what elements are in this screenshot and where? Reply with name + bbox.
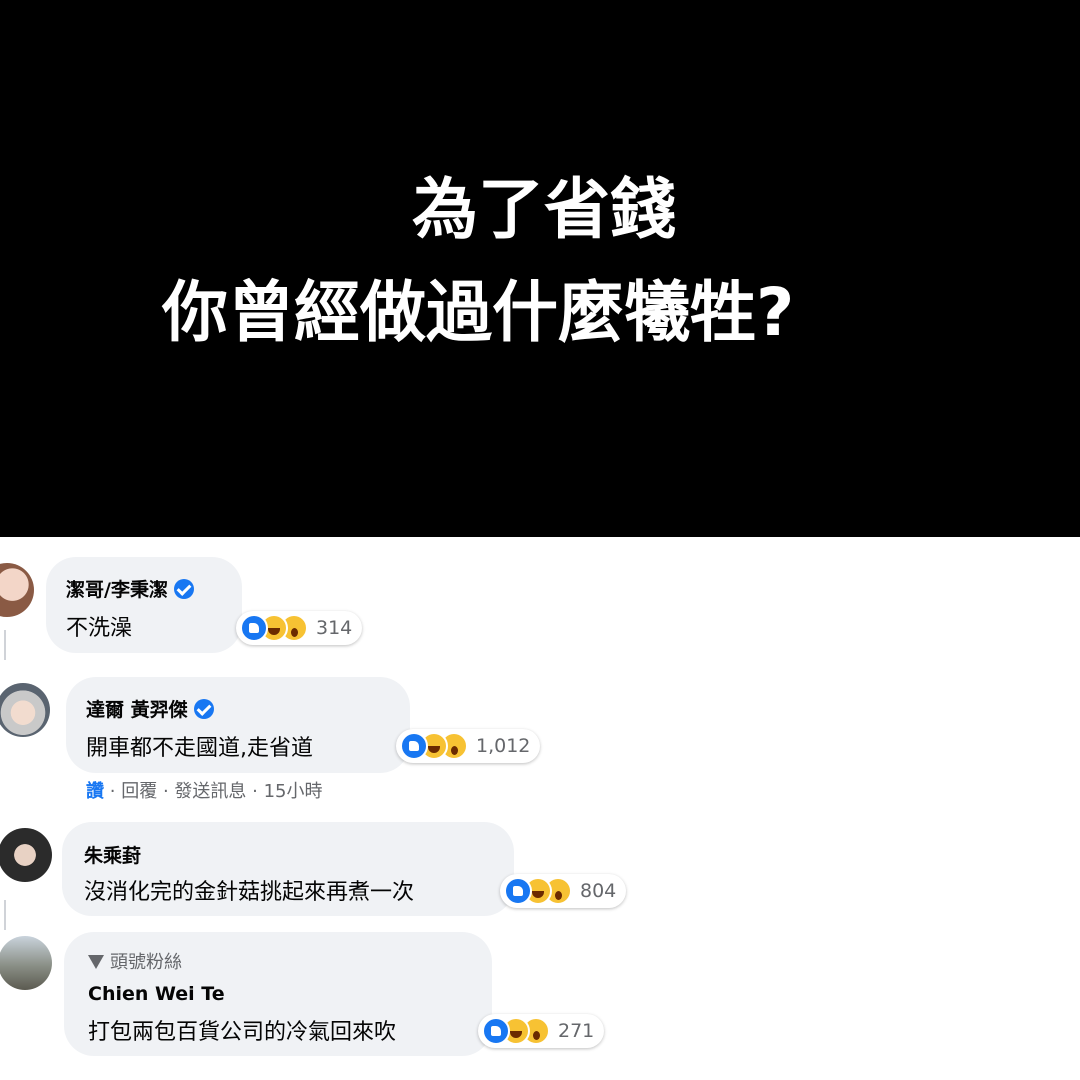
avatar[interactable] bbox=[0, 936, 52, 990]
reaction-count: 1,012 bbox=[476, 735, 531, 757]
avatar[interactable] bbox=[0, 683, 50, 737]
comment-text: 打包兩包百貨公司的冷氣回來吹 bbox=[88, 1020, 397, 1045]
comment-author[interactable]: 朱乘葑 bbox=[84, 841, 141, 868]
reaction-summary[interactable]: 314 bbox=[236, 611, 363, 645]
comment-text: 沒消化完的金針菇挑起來再煮一次 bbox=[84, 880, 415, 905]
thread-line bbox=[4, 900, 6, 930]
comment-text: 不洗澡 bbox=[66, 616, 133, 641]
verified-badge-icon bbox=[173, 579, 194, 599]
comment-timestamp[interactable]: 15小時 bbox=[264, 781, 323, 802]
comment-author[interactable]: Chien Wei Te bbox=[88, 983, 225, 1005]
comment-author[interactable]: 達爾 黃羿傑 bbox=[86, 695, 214, 722]
separator: · bbox=[252, 781, 258, 802]
comment-text: 開車都不走國道,走省道 bbox=[86, 736, 313, 761]
reaction-summary[interactable]: 804 bbox=[500, 874, 627, 908]
separator: · bbox=[109, 781, 116, 802]
reaction-summary[interactable]: 1,012 bbox=[396, 729, 541, 763]
like-reaction-icon bbox=[240, 614, 268, 642]
top-fan-badge: 頭號粉絲 bbox=[88, 948, 182, 974]
send-message-link[interactable]: 發送訊息 bbox=[174, 781, 246, 802]
diamond-icon bbox=[88, 955, 104, 969]
comment-actions: 讚 · 回覆 · 發送訊息 · 15小時 bbox=[86, 777, 323, 803]
question-banner: 為了省錢 你曾經做過什麼犧牲? bbox=[0, 0, 1080, 537]
like-link[interactable]: 讚 bbox=[86, 781, 104, 802]
like-reaction-icon bbox=[400, 732, 428, 760]
reaction-summary[interactable]: 271 bbox=[478, 1014, 605, 1048]
reply-link[interactable]: 回覆 bbox=[121, 781, 157, 802]
like-reaction-icon bbox=[482, 1017, 510, 1045]
thread-line bbox=[4, 630, 6, 660]
banner-title-line1: 為了省錢 bbox=[412, 171, 676, 248]
author-name[interactable]: 達爾 黃羿傑 bbox=[86, 699, 188, 721]
reaction-count: 271 bbox=[558, 1020, 595, 1042]
reaction-count: 314 bbox=[316, 617, 353, 639]
author-name[interactable]: 潔哥/李秉潔 bbox=[66, 579, 168, 601]
banner-title-line2: 你曾經做過什麼犧牲? bbox=[162, 274, 795, 351]
like-reaction-icon bbox=[504, 877, 532, 905]
author-name[interactable]: 朱乘葑 bbox=[84, 845, 141, 867]
badge-label: 頭號粉絲 bbox=[110, 952, 182, 973]
avatar[interactable] bbox=[0, 828, 52, 882]
reaction-count: 804 bbox=[580, 880, 617, 902]
separator: · bbox=[162, 781, 169, 802]
verified-badge-icon bbox=[193, 699, 214, 719]
avatar[interactable] bbox=[0, 563, 34, 617]
comment-author[interactable]: 潔哥/李秉潔 bbox=[66, 575, 194, 602]
author-name[interactable]: Chien Wei Te bbox=[88, 983, 225, 1005]
